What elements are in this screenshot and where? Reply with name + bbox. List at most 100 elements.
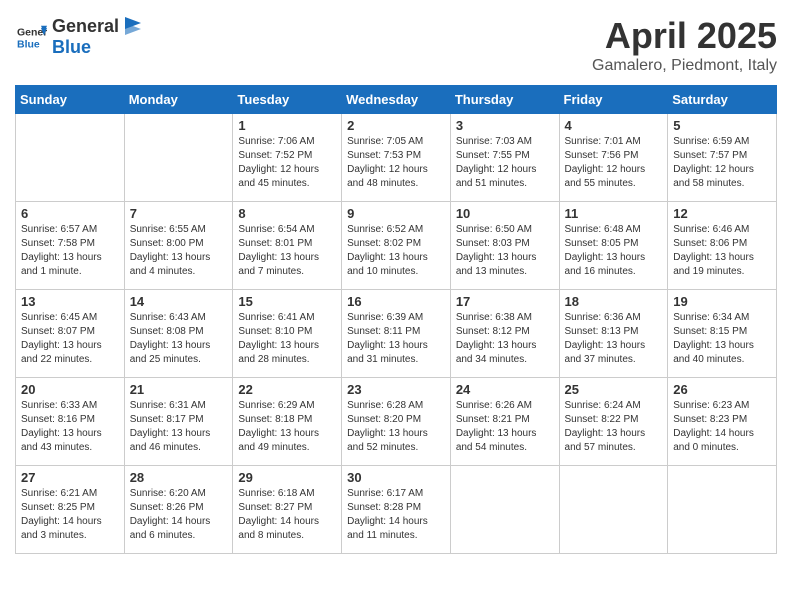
header-thursday: Thursday — [450, 86, 559, 114]
cell-day-number: 30 — [347, 470, 445, 485]
logo-blue: Blue — [52, 37, 91, 57]
cell-info-text: Sunrise: 6:57 AM Sunset: 7:58 PM Dayligh… — [21, 223, 119, 279]
cell-day-number: 18 — [565, 294, 663, 309]
cell-day-number: 9 — [347, 206, 445, 221]
header-friday: Friday — [559, 86, 668, 114]
calendar-cell: 28 Sunrise: 6:20 AM Sunset: 8:26 PM Dayli… — [124, 466, 233, 554]
week-row-3: 13 Sunrise: 6:45 AM Sunset: 8:07 PM Dayli… — [16, 290, 777, 378]
cell-info-text: Sunrise: 6:45 AM Sunset: 8:07 PM Dayligh… — [21, 311, 119, 367]
cell-day-number: 3 — [456, 118, 554, 133]
title-section: April 2025 Gamalero, Piedmont, Italy — [592, 15, 777, 75]
cell-day-number: 24 — [456, 382, 554, 397]
page-header: General Blue General Blue April 2025 Gam… — [15, 15, 777, 75]
week-row-2: 6 Sunrise: 6:57 AM Sunset: 7:58 PM Daylig… — [16, 202, 777, 290]
calendar-cell: 18Sunrise: 6:36 AM Sunset: 8:13 PM Dayli… — [559, 290, 668, 378]
cell-info-text: Sunrise: 6:18 AM Sunset: 8:27 PM Dayligh… — [238, 487, 336, 543]
header-sunday: Sunday — [16, 86, 125, 114]
calendar-cell — [450, 466, 559, 554]
cell-day-number: 2 — [347, 118, 445, 133]
calendar-subtitle: Gamalero, Piedmont, Italy — [592, 57, 777, 75]
calendar-cell: 1Sunrise: 7:06 AM Sunset: 7:52 PM Daylig… — [233, 114, 342, 202]
cell-info-text: Sunrise: 6:23 AM Sunset: 8:23 PM Dayligh… — [673, 399, 771, 455]
logo-general: General — [52, 16, 119, 37]
calendar-cell: 9 Sunrise: 6:52 AM Sunset: 8:02 PM Daylig… — [342, 202, 451, 290]
cell-day-number: 22 — [238, 382, 336, 397]
calendar-cell: 23 Sunrise: 6:28 AM Sunset: 8:20 PM Dayli… — [342, 378, 451, 466]
cell-day-number: 8 — [238, 206, 336, 221]
cell-day-number: 20 — [21, 382, 119, 397]
calendar-cell: 16 Sunrise: 6:39 AM Sunset: 8:11 PM Dayli… — [342, 290, 451, 378]
calendar-cell: 21Sunrise: 6:31 AM Sunset: 8:17 PM Dayli… — [124, 378, 233, 466]
calendar-cell: 8 Sunrise: 6:54 AM Sunset: 8:01 PM Daylig… — [233, 202, 342, 290]
cell-info-text: Sunrise: 6:50 AM Sunset: 8:03 PM Dayligh… — [456, 223, 554, 279]
cell-info-text: Sunrise: 6:33 AM Sunset: 8:16 PM Dayligh… — [21, 399, 119, 455]
calendar-cell: 15Sunrise: 6:41 AM Sunset: 8:10 PM Dayli… — [233, 290, 342, 378]
cell-info-text: Sunrise: 6:20 AM Sunset: 8:26 PM Dayligh… — [130, 487, 228, 543]
calendar-cell: 13 Sunrise: 6:45 AM Sunset: 8:07 PM Dayli… — [16, 290, 125, 378]
svg-text:Blue: Blue — [17, 38, 40, 50]
cell-day-number: 23 — [347, 382, 445, 397]
calendar-cell: 30 Sunrise: 6:17 AM Sunset: 8:28 PM Dayli… — [342, 466, 451, 554]
header-monday: Monday — [124, 86, 233, 114]
calendar-cell: 25 Sunrise: 6:24 AM Sunset: 8:22 PM Dayli… — [559, 378, 668, 466]
cell-day-number: 19 — [673, 294, 771, 309]
cell-day-number: 5 — [673, 118, 771, 133]
calendar-cell: 12Sunrise: 6:46 AM Sunset: 8:06 PM Dayli… — [668, 202, 777, 290]
calendar-cell — [559, 466, 668, 554]
cell-info-text: Sunrise: 7:06 AM Sunset: 7:52 PM Dayligh… — [238, 135, 336, 191]
cell-day-number: 7 — [130, 206, 228, 221]
cell-info-text: Sunrise: 6:21 AM Sunset: 8:25 PM Dayligh… — [21, 487, 119, 543]
header-saturday: Saturday — [668, 86, 777, 114]
calendar-cell: 26 Sunrise: 6:23 AM Sunset: 8:23 PM Dayli… — [668, 378, 777, 466]
cell-info-text: Sunrise: 7:03 AM Sunset: 7:55 PM Dayligh… — [456, 135, 554, 191]
cell-day-number: 11 — [565, 206, 663, 221]
week-row-5: 27 Sunrise: 6:21 AM Sunset: 8:25 PM Dayli… — [16, 466, 777, 554]
cell-info-text: Sunrise: 6:43 AM Sunset: 8:08 PM Dayligh… — [130, 311, 228, 367]
cell-info-text: Sunrise: 6:59 AM Sunset: 7:57 PM Dayligh… — [673, 135, 771, 191]
cell-info-text: Sunrise: 6:46 AM Sunset: 8:06 PM Dayligh… — [673, 223, 771, 279]
cell-day-number: 15 — [238, 294, 336, 309]
calendar-cell — [124, 114, 233, 202]
calendar-cell: 5 Sunrise: 6:59 AM Sunset: 7:57 PM Daylig… — [668, 114, 777, 202]
logo-flag-icon — [121, 15, 143, 37]
cell-info-text: Sunrise: 6:38 AM Sunset: 8:12 PM Dayligh… — [456, 311, 554, 367]
cell-day-number: 29 — [238, 470, 336, 485]
cell-day-number: 13 — [21, 294, 119, 309]
calendar-cell — [16, 114, 125, 202]
cell-day-number: 27 — [21, 470, 119, 485]
cell-info-text: Sunrise: 6:48 AM Sunset: 8:05 PM Dayligh… — [565, 223, 663, 279]
cell-day-number: 26 — [673, 382, 771, 397]
cell-day-number: 25 — [565, 382, 663, 397]
logo: General Blue General Blue — [15, 15, 145, 58]
calendar-cell: 4 Sunrise: 7:01 AM Sunset: 7:56 PM Daylig… — [559, 114, 668, 202]
cell-day-number: 6 — [21, 206, 119, 221]
week-row-1: 1Sunrise: 7:06 AM Sunset: 7:52 PM Daylig… — [16, 114, 777, 202]
cell-info-text: Sunrise: 6:54 AM Sunset: 8:01 PM Dayligh… — [238, 223, 336, 279]
calendar-cell: 24 Sunrise: 6:26 AM Sunset: 8:21 PM Dayli… — [450, 378, 559, 466]
header-wednesday: Wednesday — [342, 86, 451, 114]
cell-day-number: 21 — [130, 382, 228, 397]
calendar-table: Sunday Monday Tuesday Wednesday Thursday… — [15, 85, 777, 554]
logo-icon: General Blue — [17, 22, 47, 52]
calendar-cell: 19Sunrise: 6:34 AM Sunset: 8:15 PM Dayli… — [668, 290, 777, 378]
cell-info-text: Sunrise: 6:26 AM Sunset: 8:21 PM Dayligh… — [456, 399, 554, 455]
cell-info-text: Sunrise: 7:01 AM Sunset: 7:56 PM Dayligh… — [565, 135, 663, 191]
calendar-cell — [668, 466, 777, 554]
calendar-cell: 6 Sunrise: 6:57 AM Sunset: 7:58 PM Daylig… — [16, 202, 125, 290]
week-row-4: 20 Sunrise: 6:33 AM Sunset: 8:16 PM Dayli… — [16, 378, 777, 466]
cell-day-number: 4 — [565, 118, 663, 133]
weekday-header-row: Sunday Monday Tuesday Wednesday Thursday… — [16, 86, 777, 114]
cell-day-number: 16 — [347, 294, 445, 309]
cell-info-text: Sunrise: 6:52 AM Sunset: 8:02 PM Dayligh… — [347, 223, 445, 279]
calendar-cell: 10 Sunrise: 6:50 AM Sunset: 8:03 PM Dayli… — [450, 202, 559, 290]
cell-day-number: 17 — [456, 294, 554, 309]
cell-day-number: 10 — [456, 206, 554, 221]
calendar-cell: 3 Sunrise: 7:03 AM Sunset: 7:55 PM Daylig… — [450, 114, 559, 202]
cell-info-text: Sunrise: 6:55 AM Sunset: 8:00 PM Dayligh… — [130, 223, 228, 279]
cell-info-text: Sunrise: 6:17 AM Sunset: 8:28 PM Dayligh… — [347, 487, 445, 543]
cell-info-text: Sunrise: 6:28 AM Sunset: 8:20 PM Dayligh… — [347, 399, 445, 455]
cell-day-number: 28 — [130, 470, 228, 485]
cell-info-text: Sunrise: 6:24 AM Sunset: 8:22 PM Dayligh… — [565, 399, 663, 455]
cell-info-text: Sunrise: 6:39 AM Sunset: 8:11 PM Dayligh… — [347, 311, 445, 367]
calendar-cell: 11 Sunrise: 6:48 AM Sunset: 8:05 PM Dayli… — [559, 202, 668, 290]
